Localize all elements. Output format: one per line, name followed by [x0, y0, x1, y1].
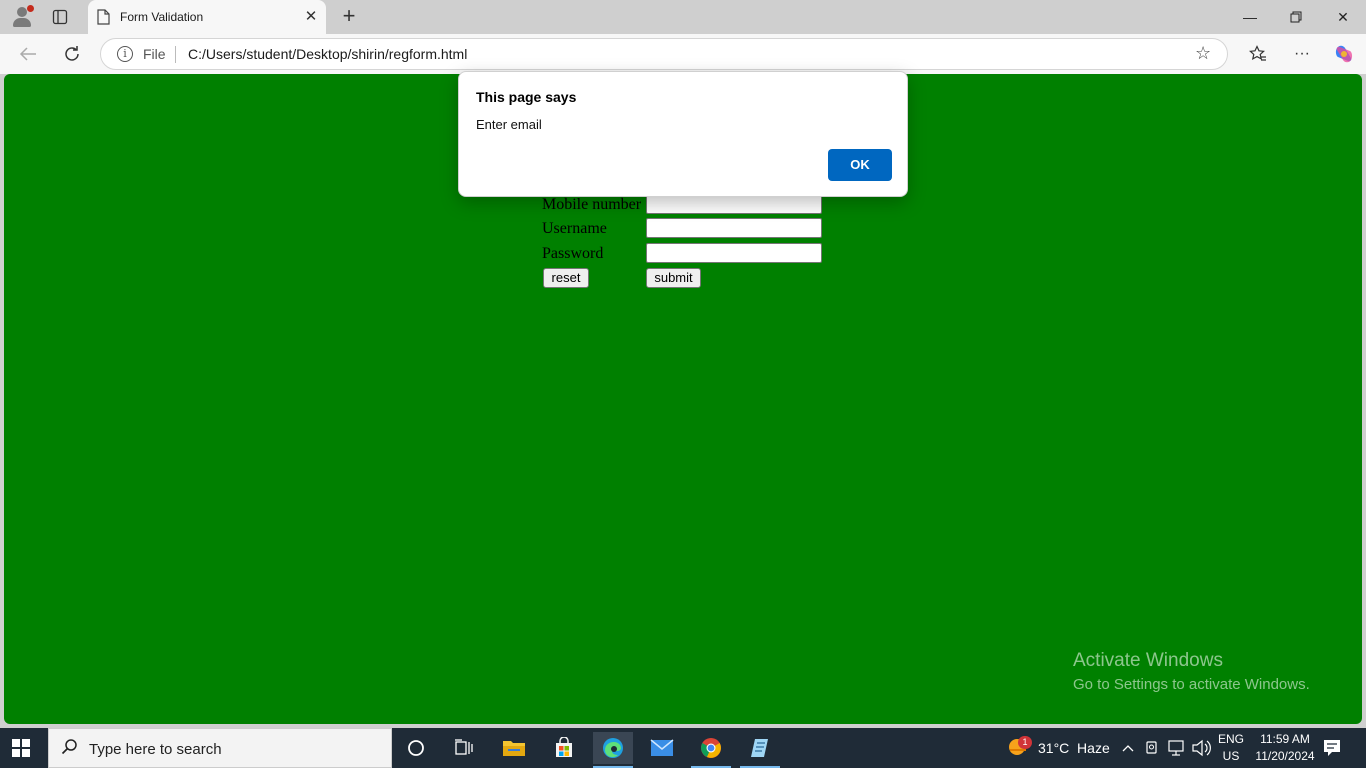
more-options-icon[interactable]: ··· [1288, 40, 1316, 68]
activate-windows-watermark: Activate Windows Go to Settings to activ… [1073, 650, 1310, 693]
cortana-icon[interactable] [396, 732, 436, 764]
form-buttons-row: reset submit [542, 268, 832, 290]
taskbar-search-box[interactable]: Type here to search [48, 728, 392, 768]
username-input[interactable] [646, 218, 822, 238]
dialog-title: This page says [476, 89, 577, 105]
address-bar[interactable]: i File C:/Users/student/Desktop/shirin/r… [100, 38, 1228, 70]
taskbar: Type here to search 1 31°C Haze ENG US 1… [0, 728, 1366, 768]
close-tab-icon[interactable]: ✕ [302, 8, 320, 26]
notepad-icon[interactable] [740, 732, 780, 768]
divider [175, 46, 176, 63]
mail-icon[interactable] [642, 732, 682, 764]
input-language-indicator[interactable]: ENG US [1216, 731, 1246, 765]
weather-text: 31°C Haze [1038, 740, 1110, 756]
password-row: Password [542, 243, 832, 265]
scheme-label: File [143, 46, 166, 62]
weather-widget[interactable]: 1 31°C Haze [1004, 728, 1114, 768]
show-hidden-icons-chevron-icon[interactable] [1121, 728, 1137, 768]
tab-strip: Form Validation ✕ + — ✕ [0, 0, 1366, 34]
file-explorer-icon[interactable] [494, 732, 534, 764]
profile-avatar-icon[interactable] [10, 5, 34, 29]
clock-date: 11/20/2024 [1255, 749, 1315, 763]
watermark-title: Activate Windows [1073, 650, 1223, 671]
weather-badge: 1 [1018, 736, 1032, 749]
tab-form-validation[interactable]: Form Validation ✕ [88, 0, 326, 34]
alert-dialog: This page says Enter email OK [458, 71, 908, 197]
tab-title: Form Validation [120, 10, 204, 24]
microsoft-store-icon[interactable] [544, 732, 584, 764]
network-icon[interactable] [1167, 728, 1187, 768]
task-view-icon[interactable] [444, 732, 484, 764]
new-tab-icon[interactable]: + [337, 5, 361, 29]
chrome-icon[interactable] [691, 732, 731, 768]
language-code: ENG [1217, 732, 1244, 746]
back-arrow-icon[interactable] [16, 42, 40, 66]
reload-icon[interactable] [60, 42, 84, 66]
edge-browser-icon[interactable] [593, 732, 633, 768]
reset-button[interactable]: reset [543, 268, 589, 288]
username-label: Username [542, 220, 607, 237]
clock-time: 11:59 AM [1260, 732, 1310, 746]
region-code: US [1222, 749, 1240, 763]
minimize-icon[interactable]: — [1236, 4, 1264, 30]
mobile-number-label: Mobile number [542, 196, 642, 213]
site-info-icon[interactable]: i [117, 46, 133, 62]
password-input[interactable] [646, 243, 822, 263]
windows-start-icon[interactable] [12, 739, 32, 757]
ok-button[interactable]: OK [828, 149, 892, 181]
submit-button[interactable]: submit [646, 268, 701, 288]
dialog-message: Enter email [476, 117, 542, 132]
watermark-subtitle: Go to Settings to activate Windows. [1073, 676, 1310, 693]
close-window-icon[interactable]: ✕ [1329, 4, 1357, 30]
username-row: Username [542, 218, 832, 240]
notifications-icon[interactable] [1322, 728, 1346, 768]
mobile-number-input[interactable] [646, 194, 822, 214]
favorite-star-icon[interactable]: ☆ [1195, 43, 1211, 64]
url-text[interactable]: C:/Users/student/Desktop/shirin/regform.… [188, 46, 467, 62]
meet-now-icon[interactable] [1144, 728, 1162, 768]
password-label: Password [542, 245, 604, 262]
page-icon [96, 9, 110, 30]
search-icon [61, 738, 79, 761]
search-placeholder: Type here to search [89, 741, 222, 758]
tab-actions-icon[interactable] [48, 6, 72, 28]
browser-toolbar: i File C:/Users/student/Desktop/shirin/r… [0, 34, 1366, 74]
restore-icon[interactable] [1282, 4, 1310, 30]
favorites-icon[interactable] [1244, 40, 1272, 68]
mobile-number-row: Mobile number [542, 194, 832, 216]
system-clock[interactable]: 11:59 AM 11/20/2024 [1250, 731, 1320, 765]
volume-icon[interactable] [1191, 728, 1211, 768]
copilot-icon[interactable] [1330, 40, 1358, 68]
